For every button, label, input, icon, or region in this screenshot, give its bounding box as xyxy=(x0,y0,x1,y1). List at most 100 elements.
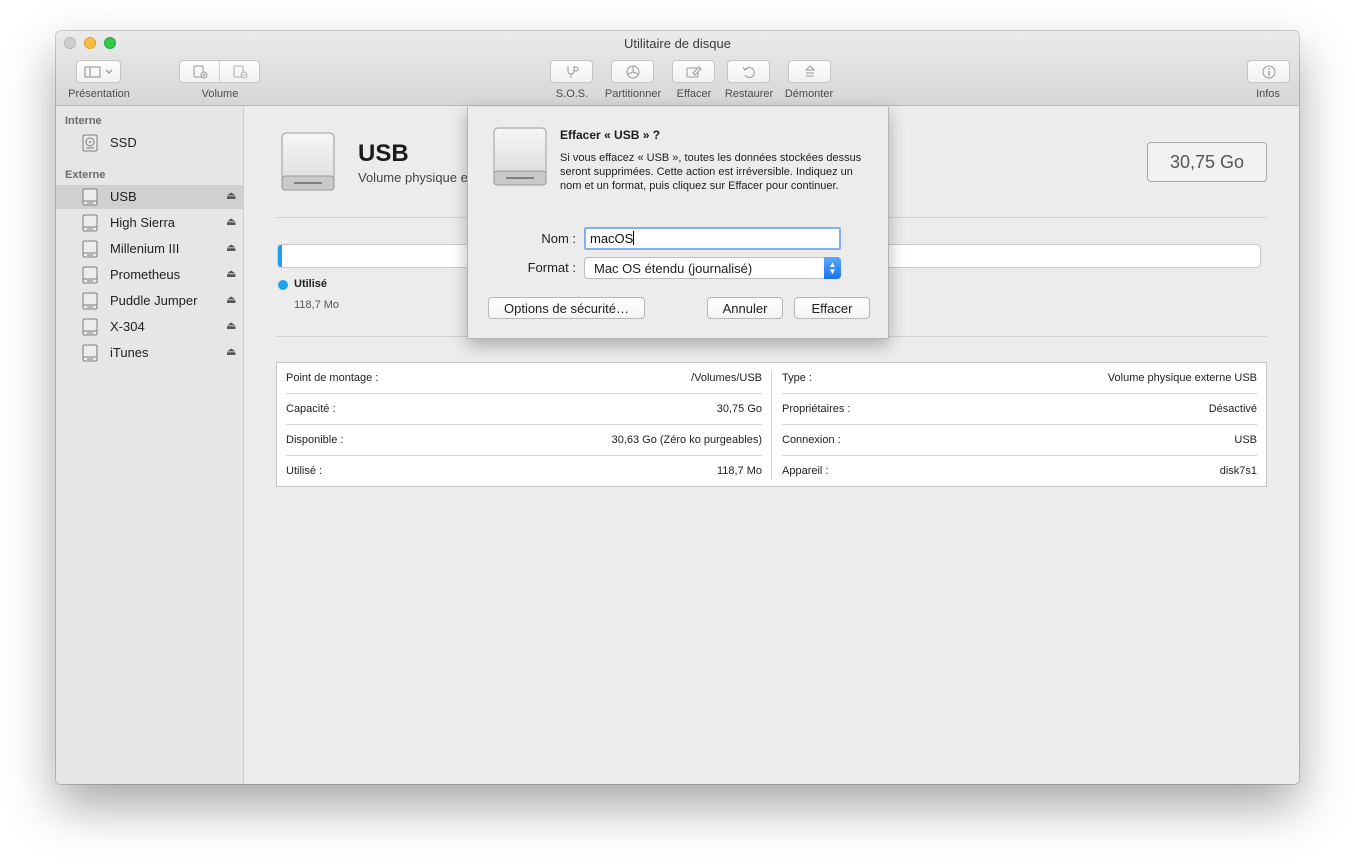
external-disk-large-icon xyxy=(493,127,547,186)
sidebar-item-label: iTunes xyxy=(110,345,149,360)
eject-icon[interactable]: ⏏ xyxy=(226,345,236,358)
eject-icon[interactable]: ⏏ xyxy=(226,215,236,228)
unmount-icon xyxy=(804,64,815,76)
used-legend-dot xyxy=(278,280,288,290)
external-disk-icon xyxy=(82,266,98,284)
sidebar-item-label: Prometheus xyxy=(110,267,181,282)
sidebar-item-ssd[interactable]: SSD xyxy=(56,131,243,155)
info-label: Infos xyxy=(1256,88,1280,100)
info-value: USB xyxy=(1234,434,1257,446)
sidebar-item-label: X-304 xyxy=(110,319,145,334)
updown-chevron-icon: ▲ ▼ xyxy=(824,257,841,279)
eject-icon[interactable]: ⏏ xyxy=(226,241,236,254)
partition-button[interactable] xyxy=(611,60,654,83)
info-row-available: Disponible : 30,63 Go (Zéro ko purgeable… xyxy=(286,425,762,456)
restore-label: Restaurer xyxy=(724,88,774,100)
erase-toolbar-button[interactable] xyxy=(672,60,715,83)
erase-icon xyxy=(686,65,702,77)
text-caret xyxy=(633,231,635,245)
name-input-value: macOS xyxy=(590,231,634,246)
unmount-button[interactable] xyxy=(788,60,831,83)
external-disk-icon xyxy=(82,214,98,232)
eject-icon[interactable]: ⏏ xyxy=(226,267,236,280)
external-disk-icon xyxy=(82,292,98,310)
info-value: /Volumes/USB xyxy=(691,372,762,384)
sidebar-item-label: High Sierra xyxy=(110,215,176,230)
name-field-label: Nom : xyxy=(541,231,576,246)
erase-dialog: Effacer « USB » ? Si vous effacez « USB … xyxy=(467,107,889,339)
restore-button[interactable] xyxy=(727,60,770,83)
external-disk-large-icon xyxy=(281,132,335,191)
erase-button[interactable]: Effacer xyxy=(794,297,870,319)
eject-icon[interactable]: ⏏ xyxy=(226,189,236,202)
cancel-button[interactable]: Annuler xyxy=(707,297,783,319)
dialog-message: Si vous effacez « USB », toutes les donn… xyxy=(560,152,862,192)
sidebar-item-high-sierra[interactable]: High Sierra ⏏ xyxy=(56,211,243,235)
eject-icon[interactable]: ⏏ xyxy=(226,319,236,332)
info-row-capacity: Capacité : 30,75 Go xyxy=(286,394,762,425)
capacity-badge: 30,75 Go xyxy=(1147,142,1267,182)
external-disk-icon xyxy=(82,344,98,362)
info-column-left: Point de montage : /Volumes/USB Capacité… xyxy=(277,363,771,486)
internal-disk-icon xyxy=(82,134,98,152)
erase-label: Effacer xyxy=(676,88,712,100)
partition-icon xyxy=(626,65,639,78)
add-volume-button[interactable] xyxy=(179,60,220,83)
toolbar: Utilitaire de disque Présentation Volume… xyxy=(56,31,1299,106)
first-aid-button[interactable] xyxy=(550,60,593,83)
info-key: Appareil : xyxy=(782,465,829,477)
info-value: 30,63 Go (Zéro ko purgeables) xyxy=(611,434,762,446)
sidebar-header-internal: Interne xyxy=(65,115,102,127)
sidebar-item-itunes[interactable]: iTunes ⏏ xyxy=(56,341,243,365)
sidebar-item-label: USB xyxy=(110,189,137,204)
sidebar-item-label: Millenium III xyxy=(110,241,180,256)
sidebar: Interne SSD Externe USB ⏏ High Sierra ⏏ … xyxy=(56,106,244,784)
name-input[interactable]: macOS xyxy=(584,227,841,250)
info-key: Connexion : xyxy=(782,434,841,446)
sidebar-item-prometheus[interactable]: Prometheus ⏏ xyxy=(56,263,243,287)
info-button[interactable] xyxy=(1247,60,1290,83)
disk-title: USB xyxy=(358,140,409,167)
sidebar-item-millenium-iii[interactable]: Millenium III ⏏ xyxy=(56,237,243,261)
unmount-label: Démonter xyxy=(784,88,834,100)
format-select[interactable]: Mac OS étendu (journalisé) ▲ ▼ xyxy=(584,257,841,279)
info-column-right: Type : Volume physique externe USB Propr… xyxy=(773,363,1266,486)
info-divider xyxy=(771,371,772,479)
info-value: Désactivé xyxy=(1208,403,1257,415)
format-select-value: Mac OS étendu (journalisé) xyxy=(594,261,753,276)
info-value: 30,75 Go xyxy=(716,403,762,415)
info-row-used: Utilisé : 118,7 Mo xyxy=(286,456,762,487)
external-disk-icon xyxy=(82,240,98,258)
eject-icon[interactable]: ⏏ xyxy=(226,293,236,306)
first-aid-label: S.O.S. xyxy=(555,88,589,100)
dialog-title: Effacer « USB » ? xyxy=(560,128,661,142)
remove-volume-icon xyxy=(233,65,247,78)
info-key: Disponible : xyxy=(286,434,344,446)
external-disk-icon xyxy=(82,318,98,336)
security-options-button[interactable]: Options de sécurité… xyxy=(488,297,645,319)
presentation-button[interactable] xyxy=(76,60,121,83)
stethoscope-icon xyxy=(567,65,578,78)
info-row-mount-point: Point de montage : /Volumes/USB xyxy=(286,363,762,394)
presentation-label: Présentation xyxy=(68,88,130,100)
info-table: Point de montage : /Volumes/USB Capacité… xyxy=(276,362,1267,487)
usage-bar-used-fill xyxy=(278,245,282,267)
info-row-connection: Connexion : USB xyxy=(782,425,1257,456)
info-row-owners: Propriétaires : Désactivé xyxy=(782,394,1257,425)
sidebar-item-usb[interactable]: USB ⏏ xyxy=(56,185,243,209)
info-row-type: Type : Volume physique externe USB xyxy=(782,363,1257,394)
info-key: Capacité : xyxy=(286,403,336,415)
info-value: disk7s1 xyxy=(1219,465,1257,477)
sidebar-item-x-304[interactable]: X-304 ⏏ xyxy=(56,315,243,339)
sidebar-item-puddle-jumper[interactable]: Puddle Jumper ⏏ xyxy=(56,289,243,313)
used-legend-label: Utilisé xyxy=(294,278,328,290)
sidebar-item-label: Puddle Jumper xyxy=(110,293,198,308)
sidebar-view-icon xyxy=(84,66,112,77)
remove-volume-button[interactable] xyxy=(219,60,260,83)
info-value: 118,7 Mo xyxy=(716,465,762,477)
info-key: Propriétaires : xyxy=(782,403,851,415)
external-disk-icon xyxy=(82,188,98,206)
add-volume-icon xyxy=(193,65,207,78)
window-title: Utilitaire de disque xyxy=(624,36,731,51)
restore-icon xyxy=(742,66,755,78)
